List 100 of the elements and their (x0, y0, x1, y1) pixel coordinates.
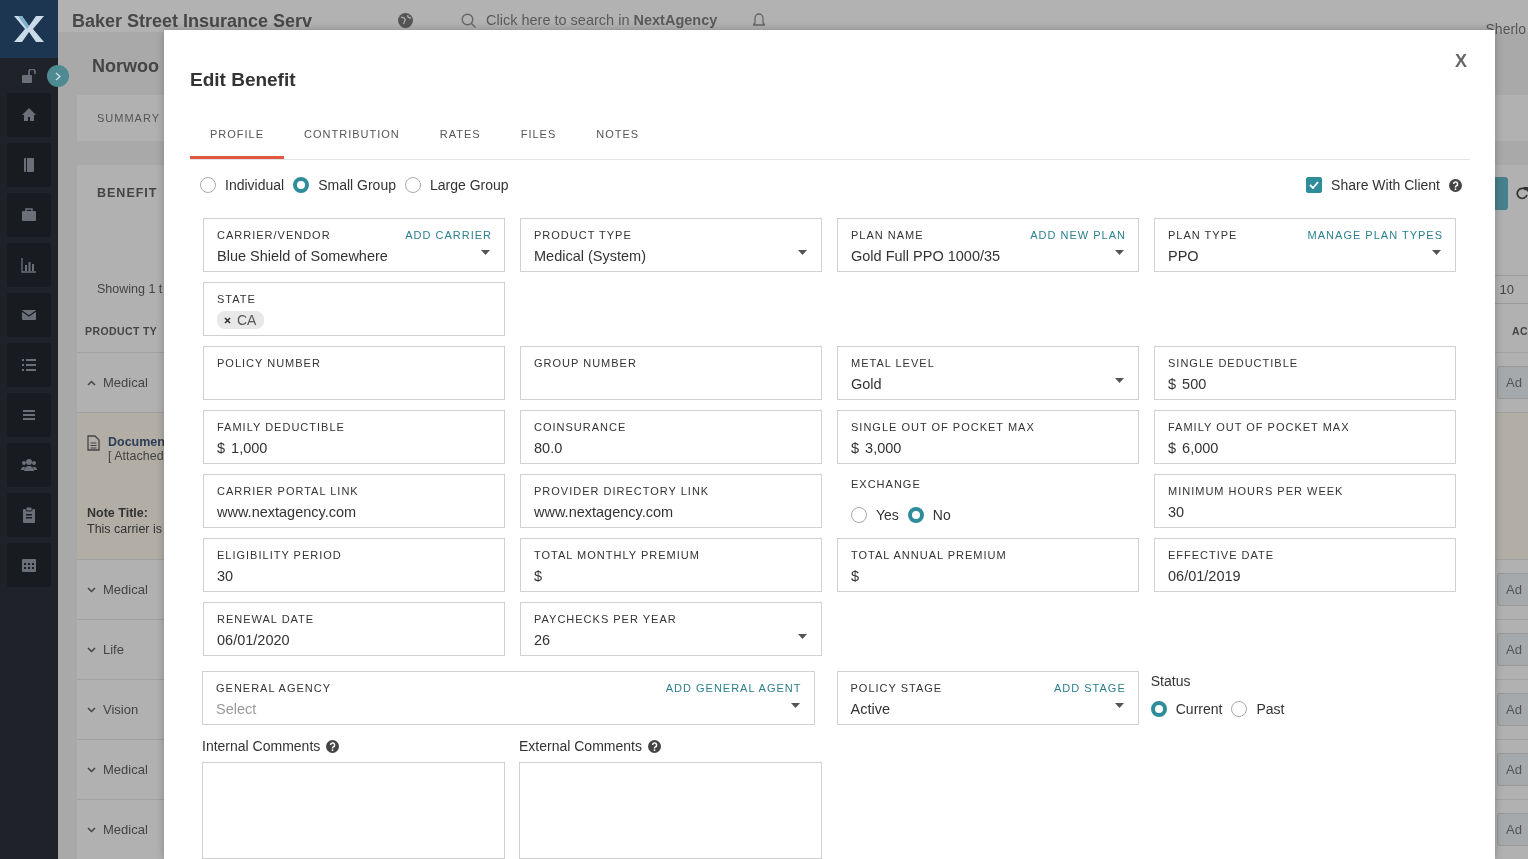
help-icon (647, 739, 661, 753)
briefcase-icon (21, 207, 37, 223)
input-field[interactable]: RENEWAL DATE 06/01/2020 (203, 602, 505, 656)
caret-icon (798, 634, 807, 639)
input-field[interactable]: GROUP NUMBER (520, 346, 822, 400)
tab[interactable]: RATES (419, 113, 501, 159)
select-field[interactable]: PRODUCT TYPE Medical (System) (520, 218, 822, 272)
nav-button[interactable] (7, 293, 51, 337)
action-link[interactable]: ADD GENERAL AGENT (665, 682, 802, 696)
select-field[interactable]: POLICY STAGE ADD STAGE Active (836, 671, 1139, 725)
radio-label: Past (1256, 701, 1285, 717)
refresh-icon (1516, 186, 1528, 200)
field-value: www.nextagency.com (534, 504, 674, 522)
radio-button[interactable] (1231, 701, 1248, 717)
tab[interactable]: CONTRIBUTION (284, 113, 420, 159)
input-field[interactable]: EFFECTIVE DATE 06/01/2019 (1154, 538, 1456, 592)
row-label[interactable]: Life (103, 642, 124, 657)
currency-sign: $ (217, 440, 226, 458)
select-field[interactable]: GENERAL AGENCY ADD GENERAL AGENT Select (202, 671, 815, 725)
menu-icon (21, 407, 37, 423)
action-link[interactable]: ADD NEW PLAN (1030, 229, 1126, 243)
app-title: Baker Street Insurance Serv (72, 11, 314, 32)
nav-button[interactable] (7, 143, 51, 187)
input-field[interactable]: CARRIER PORTAL LINK www.nextagency.com (203, 474, 505, 528)
field-value: 06/01/2019 (1168, 568, 1241, 586)
input-field[interactable]: TOTAL ANNUAL PREMIUM $ (837, 538, 1139, 592)
list-icon (21, 357, 37, 373)
input-field[interactable]: POLICY NUMBER (203, 346, 505, 400)
tag-chip[interactable]: CA (217, 311, 265, 329)
tab[interactable]: NOTES (576, 113, 660, 159)
book-icon (21, 157, 37, 173)
action-link[interactable]: ADD CARRIER (405, 229, 492, 243)
note-text: This carrier is (87, 521, 162, 537)
radio-label: Yes (876, 507, 899, 523)
caret-icon (1432, 250, 1441, 255)
page-title: Norwoo (92, 55, 159, 78)
radio-button[interactable] (293, 177, 310, 193)
nav-button[interactable] (7, 243, 51, 287)
field-label: PLAN TYPE (1168, 229, 1238, 243)
currency-sign: $ (851, 568, 860, 586)
tab[interactable]: FILES (500, 113, 577, 159)
document-link[interactable]: Documen (108, 435, 165, 449)
input-field[interactable]: ELIGIBILITY PERIOD 30 (203, 538, 505, 592)
field-label: FAMILY OUT OF POCKET MAX (1168, 421, 1350, 435)
radio-button[interactable] (907, 507, 924, 523)
unlock-icon (21, 68, 37, 83)
page-tab[interactable]: SUMMARY (97, 112, 161, 124)
expand-button[interactable] (47, 65, 69, 87)
nav-button[interactable] (7, 543, 51, 587)
input-field[interactable]: PROVIDER DIRECTORY LINK www.nextagency.com (520, 474, 822, 528)
select-field[interactable]: PAYCHECKS PER YEAR 26 (520, 602, 822, 656)
input-field[interactable]: FAMILY DEDUCTIBLE $ 1,000 (203, 410, 505, 464)
input-field[interactable]: SINGLE DEDUCTIBLE $ 500 (1154, 346, 1456, 400)
caret-icon (790, 703, 800, 708)
row-label[interactable]: Medical (103, 822, 148, 837)
input-field[interactable]: FAMILY OUT OF POCKET MAX $ 6,000 (1154, 410, 1456, 464)
nav-button[interactable] (7, 93, 51, 137)
column-header: AC (1512, 324, 1528, 337)
caret-icon (1115, 250, 1124, 255)
help-icon (326, 739, 340, 753)
nav-button[interactable] (7, 393, 51, 437)
radio-button[interactable] (851, 507, 867, 523)
input-field[interactable]: SINGLE OUT OF POCKET MAX $ 3,000 (837, 410, 1139, 464)
input-field[interactable]: MINIMUM HOURS PER WEEK 30 (1154, 474, 1456, 528)
action-link[interactable]: ADD STAGE (1054, 682, 1126, 696)
field-value: 06/01/2020 (217, 632, 290, 650)
radio-label: Small Group (318, 177, 396, 193)
row-label[interactable]: Medical (103, 582, 148, 597)
field-value: Medical (System) (534, 248, 646, 266)
input-field[interactable]: TOTAL MONTHLY PREMIUM $ (520, 538, 822, 592)
radio-button[interactable] (1150, 701, 1167, 717)
select-field[interactable]: METAL LEVEL Gold (837, 346, 1139, 400)
nav-button[interactable] (7, 493, 51, 537)
chevron-right-icon (55, 71, 61, 81)
checkbox[interactable] (1306, 177, 1323, 193)
field-value: 30 (1168, 504, 1185, 522)
caret-icon (798, 250, 807, 255)
currency-sign: $ (851, 440, 860, 458)
input-field[interactable]: COINSURANCE 80.0 (520, 410, 822, 464)
select-field[interactable]: PLAN NAME ADD NEW PLAN Gold Full PPO 1000/35 (837, 218, 1139, 272)
caret-icon (481, 250, 490, 255)
field-label: POLICY STAGE (850, 682, 943, 696)
select-field[interactable]: PLAN TYPE MANAGE PLAN TYPES PPO (1154, 218, 1456, 272)
nav-button[interactable] (7, 443, 51, 487)
tab[interactable]: PROFILE (190, 113, 285, 159)
field-value: Gold Full PPO 1000/35 (851, 248, 1001, 266)
nav-button[interactable] (7, 193, 51, 237)
tag-field[interactable]: STATE CA (203, 282, 505, 336)
row-label[interactable]: Medical (103, 375, 148, 390)
field-label: External Comments (519, 738, 642, 754)
currency-sign: $ (534, 568, 543, 586)
nav-button[interactable] (7, 343, 51, 387)
radio-button[interactable] (200, 177, 216, 193)
row-label[interactable]: Medical (103, 762, 148, 777)
close-button[interactable]: X (1453, 49, 1469, 74)
select-field[interactable]: CARRIER/VENDOR ADD CARRIER Blue Shield of Somewhere (203, 218, 505, 272)
row-label[interactable]: Vision (103, 702, 139, 717)
action-link[interactable]: MANAGE PLAN TYPES (1307, 229, 1443, 243)
help-icon (1449, 178, 1462, 192)
radio-button[interactable] (404, 177, 421, 193)
